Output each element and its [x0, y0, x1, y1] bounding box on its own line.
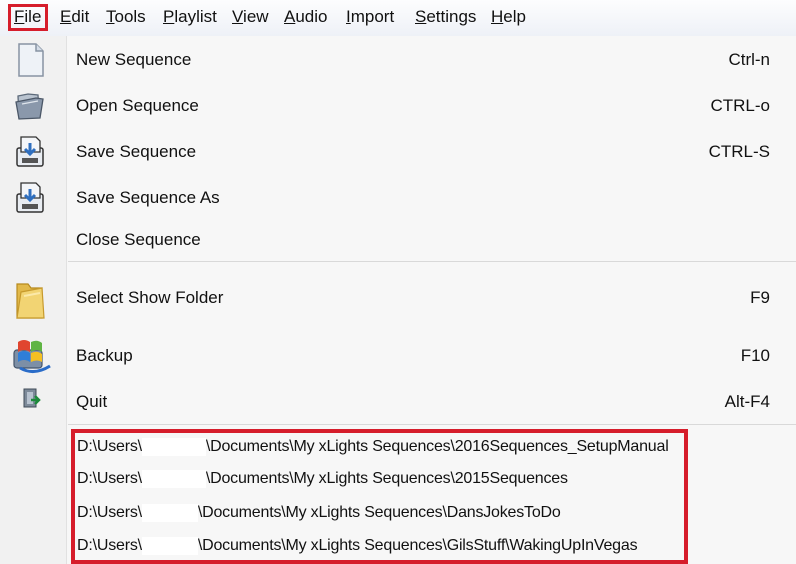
folder-icon — [14, 280, 50, 319]
menu-settings[interactable]: Settings — [415, 7, 476, 27]
redacted-username — [141, 537, 198, 555]
recent-path-prefix: D:\Users\ — [77, 504, 142, 522]
menu-help[interactable]: Help — [491, 7, 526, 27]
save-icon — [12, 134, 48, 170]
menu-item-save-sequence[interactable]: Save Sequence CTRL-S — [0, 132, 796, 172]
menu-tools[interactable]: Tools — [106, 7, 146, 27]
menu-edit[interactable]: Edit — [60, 7, 89, 27]
menu-item-new-sequence[interactable]: New Sequence Ctrl-n — [0, 40, 796, 80]
menu-item-backup[interactable]: Backup F10 — [0, 334, 796, 376]
menu-separator — [68, 261, 796, 262]
redacted-username — [141, 470, 206, 488]
redacted-username — [141, 504, 198, 522]
recent-path-suffix: \Documents\My xLights Sequences\GilsStuf… — [197, 537, 638, 555]
menu-playlist[interactable]: Playlist — [163, 7, 217, 27]
menu-item-select-show-folder[interactable]: Select Show Folder F9 — [0, 276, 796, 319]
recent-file-2[interactable]: D:\Users\ \Documents\My xLights Sequences… — [0, 468, 796, 494]
menu-view[interactable]: View — [232, 7, 269, 27]
menu-item-quit[interactable]: Quit Alt-F4 — [0, 384, 796, 420]
menu-audio[interactable]: Audio — [284, 7, 327, 27]
menu-bar: File Edit Tools Playlist View Audio Impo… — [0, 0, 796, 37]
recent-path-suffix: \Documents\My xLights Sequences\2016Sequ… — [205, 438, 669, 456]
menu-item-close-sequence[interactable]: Close Sequence — [0, 224, 796, 260]
menu-separator — [68, 424, 796, 425]
recent-path-prefix: D:\Users\ — [77, 470, 142, 488]
recent-file-3[interactable]: D:\Users\ \Documents\My xLights Sequences… — [0, 502, 796, 528]
recent-file-1[interactable]: D:\Users\ \Documents\My xLights Sequences… — [0, 436, 796, 462]
menu-item-open-sequence[interactable]: Open Sequence CTRL-o — [0, 86, 796, 126]
redacted-username — [141, 438, 206, 456]
file-menu-highlight — [8, 4, 48, 31]
menu-item-save-sequence-as[interactable]: Save Sequence As — [0, 178, 796, 218]
recent-path-prefix: D:\Users\ — [77, 438, 142, 456]
recent-path-prefix: D:\Users\ — [77, 537, 142, 555]
new-document-icon — [12, 42, 48, 78]
recent-path-suffix: \Documents\My xLights Sequences\DansJoke… — [197, 504, 561, 522]
backup-icon — [12, 338, 51, 374]
recent-file-4[interactable]: D:\Users\ \Documents\My xLights Sequences… — [0, 535, 796, 561]
open-folder-icon — [12, 88, 48, 124]
recent-path-suffix: \Documents\My xLights Sequences\2015Sequ… — [205, 470, 568, 488]
exit-icon — [22, 388, 42, 410]
menu-import[interactable]: Import — [346, 7, 394, 27]
save-as-icon — [12, 180, 48, 216]
